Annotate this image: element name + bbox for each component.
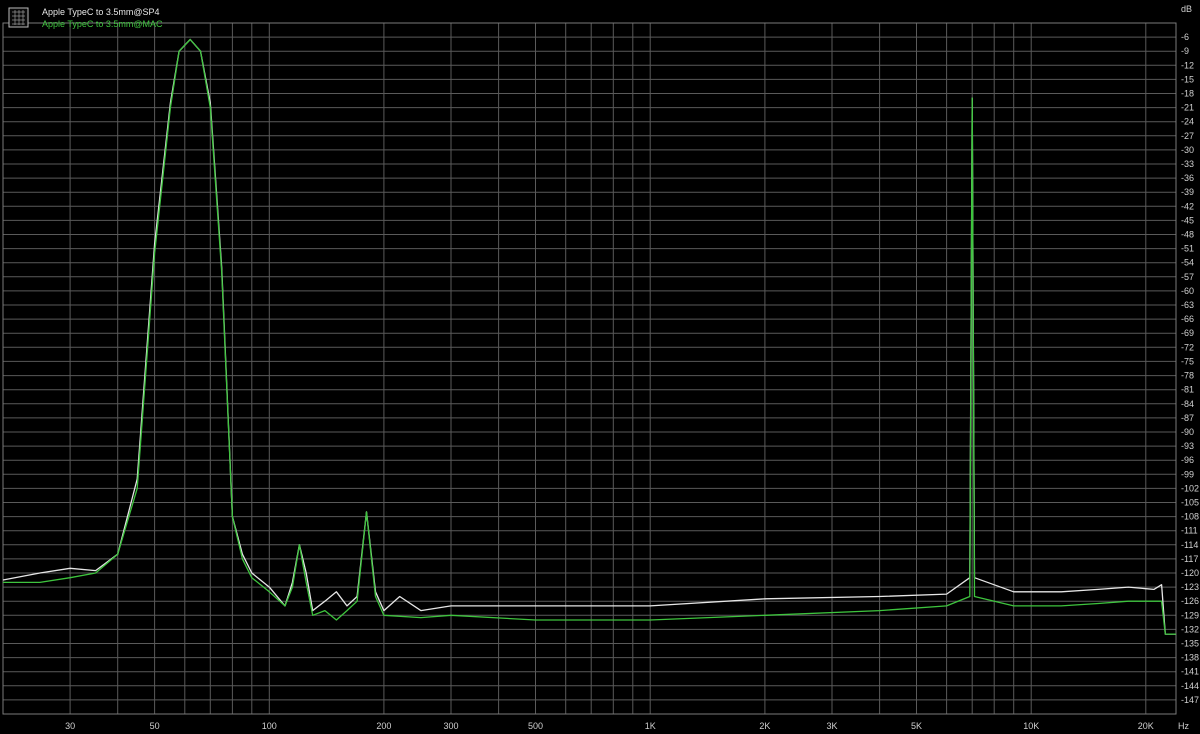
y-tick-label: -12 [1181,60,1194,70]
y-tick-label: -90 [1181,427,1194,437]
y-tick-label: -27 [1181,131,1194,141]
y-tick-label: -57 [1181,272,1194,282]
y-tick-label: -102 [1181,483,1199,493]
y-tick-label: -33 [1181,159,1194,169]
y-tick-label: -6 [1181,32,1189,42]
y-tick-label: -147 [1181,695,1199,705]
x-unit-label: Hz [1178,721,1189,731]
y-tick-label: -36 [1181,173,1194,183]
y-tick-label: -141 [1181,667,1199,677]
y-tick-label: -111 [1181,526,1198,536]
y-tick-label: -108 [1181,512,1199,522]
y-tick-label: -135 [1181,639,1199,649]
x-tick-label: 1K [645,721,656,731]
y-tick-label: -69 [1181,328,1194,338]
y-tick-label: -39 [1181,187,1194,197]
y-tick-label: -21 [1181,103,1194,113]
x-tick-label: 2K [759,721,770,731]
y-tick-label: -30 [1181,145,1194,155]
y-tick-label: -42 [1181,201,1194,211]
y-tick-label: -9 [1181,46,1189,56]
x-tick-label: 50 [150,721,160,731]
y-tick-label: -114 [1181,540,1198,550]
y-tick-label: -120 [1181,568,1199,578]
legend-entry-sp4: Apple TypeC to 3.5mm@SP4 [42,7,160,17]
y-tick-label: -126 [1181,596,1199,606]
y-tick-label: -66 [1181,314,1194,324]
y-tick-label: -18 [1181,89,1194,99]
x-tick-label: 300 [443,721,458,731]
x-tick-label: 10K [1023,721,1039,731]
y-tick-label: -138 [1181,653,1199,663]
y-tick-label: -60 [1181,286,1194,296]
y-tick-label: -45 [1181,215,1194,225]
y-tick-label: -105 [1181,498,1199,508]
y-tick-label: -132 [1181,624,1199,634]
y-tick-label: -81 [1181,385,1194,395]
y-tick-label: -87 [1181,413,1194,423]
y-tick-label: -78 [1181,371,1194,381]
y-tick-label: -129 [1181,610,1199,620]
chart-background [0,0,1200,734]
y-tick-label: -15 [1181,74,1194,84]
y-tick-label: -84 [1181,399,1194,409]
x-tick-label: 200 [376,721,391,731]
x-tick-label: 5K [911,721,922,731]
y-tick-label: -75 [1181,356,1194,366]
y-unit-label: dB [1181,4,1192,14]
y-tick-label: -117 [1181,554,1198,564]
y-tick-label: -48 [1181,230,1194,240]
y-tick-label: -54 [1181,258,1194,268]
x-tick-label: 3K [826,721,837,731]
y-tick-label: -123 [1181,582,1199,592]
y-tick-label: -51 [1181,244,1194,254]
x-tick-label: 100 [262,721,277,731]
y-tick-label: -63 [1181,300,1194,310]
fft-spectrum-chart: dB -6 -9 -12 -15 -18 -21 -24 -27 -30 -33 -36 -39 -42… [0,0,1200,734]
x-tick-label: 20K [1138,721,1154,731]
x-tick-label: 500 [528,721,543,731]
y-tick-label: -96 [1181,455,1194,465]
y-tick-label: -93 [1181,441,1194,451]
x-tick-label: 30 [65,721,75,731]
legend-entry-mac: Apple TypeC to 3.5mm@MAC [42,19,163,29]
y-tick-label: -72 [1181,342,1194,352]
y-tick-label: -144 [1181,681,1199,691]
y-tick-label: -99 [1181,469,1194,479]
y-tick-label: -24 [1181,117,1194,127]
